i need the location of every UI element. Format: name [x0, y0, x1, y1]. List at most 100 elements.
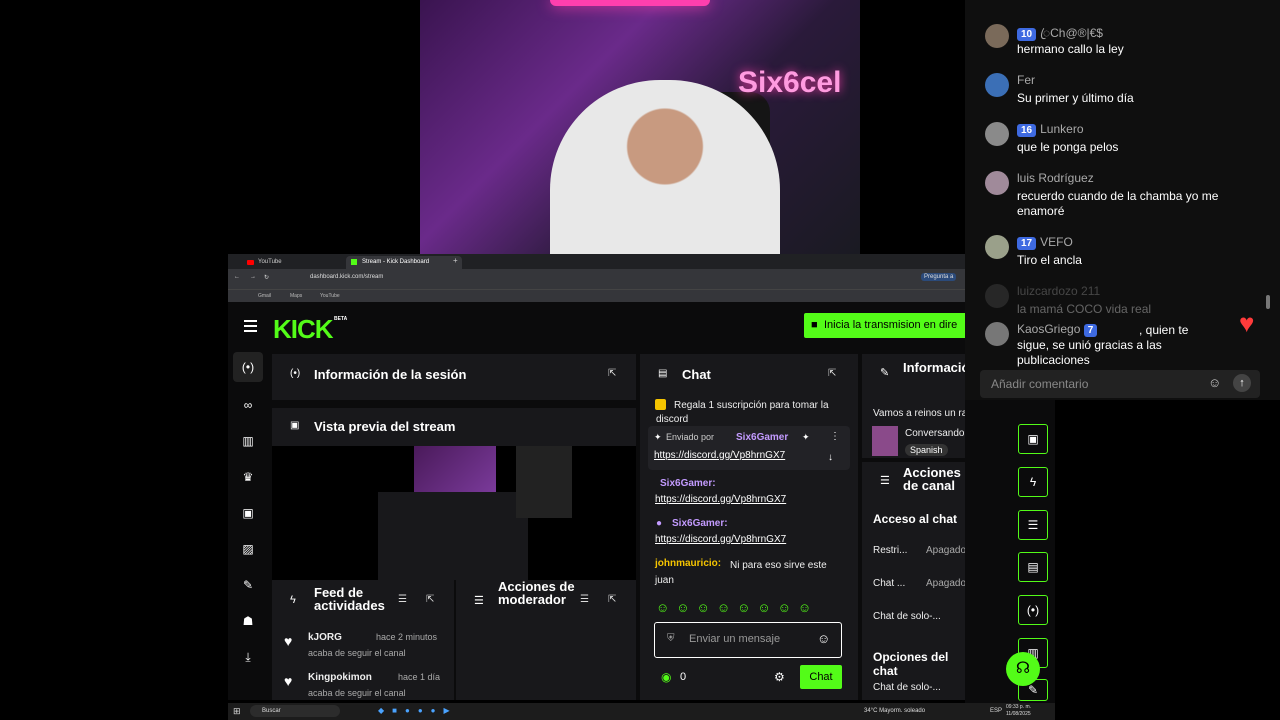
- avatar[interactable]: [985, 122, 1009, 146]
- session-info-title: Información de la sesión: [314, 367, 467, 382]
- beta-badge: BETA: [334, 316, 348, 322]
- session-icon: (•): [290, 368, 301, 379]
- back-icon[interactable]: ←: [234, 274, 240, 280]
- pinned-user[interactable]: Six6Gamer: [736, 432, 788, 443]
- member-badge: 10: [1017, 28, 1037, 41]
- wrench-icon[interactable]: ✎: [240, 577, 256, 593]
- collapse-icon[interactable]: ↓: [828, 452, 833, 463]
- chart-icon[interactable]: ▨: [240, 541, 256, 557]
- video-icon[interactable]: ▣: [240, 505, 256, 521]
- heart-reaction-icon[interactable]: ♥: [1239, 308, 1254, 339]
- popout-icon[interactable]: ⇱: [608, 594, 616, 605]
- reload-icon[interactable]: ↻: [264, 274, 269, 281]
- community-icon[interactable]: ☗: [240, 613, 256, 629]
- comment-input-box[interactable]: Añadir comentario ☺ ↑: [980, 370, 1260, 398]
- chat-input-box[interactable]: ⛨ Enviar un mensaje ☺: [654, 622, 842, 658]
- popout-icon[interactable]: ⇱: [828, 368, 836, 379]
- bolt-icon[interactable]: ϟ: [1018, 467, 1048, 497]
- send-chat-button[interactable]: Chat: [800, 665, 842, 689]
- scrollbar[interactable]: [1266, 295, 1270, 309]
- chat-text[interactable]: https://discord.gg/Vp8hrnGX7: [655, 494, 786, 505]
- chat-author[interactable]: luis Rodríguez: [1017, 171, 1094, 185]
- stream-icon[interactable]: (•): [1018, 595, 1048, 625]
- download-icon[interactable]: ⤓: [240, 649, 256, 665]
- taskbar-search[interactable]: Buscar: [250, 705, 340, 717]
- clock[interactable]: 09:33 p. m. 11/08/2025: [1006, 704, 1031, 718]
- comment-input[interactable]: Añadir comentario: [991, 377, 1088, 391]
- filter-icon[interactable]: ☰: [398, 594, 407, 605]
- points-icon[interactable]: ◉: [661, 670, 671, 684]
- language-tag: Spanish: [905, 444, 948, 456]
- preview-icon[interactable]: ▣: [1018, 424, 1048, 454]
- mod-actions-panel: ☰ Acciones de moderador ☰ ⇱: [456, 580, 636, 700]
- avatar[interactable]: [985, 322, 1009, 346]
- chat-user[interactable]: Six6Gamer:: [672, 518, 728, 529]
- kick-logo[interactable]: KICK: [273, 314, 334, 345]
- kick-header: KICK BETA ■ Inicia la transmision en dire: [228, 302, 965, 352]
- new-tab-icon[interactable]: +: [453, 256, 458, 265]
- more-icon[interactable]: ⋮: [830, 431, 840, 442]
- taskbar-apps[interactable]: ◆■●●●▶: [378, 706, 458, 715]
- avatar[interactable]: [985, 24, 1009, 48]
- emote-bar[interactable]: ☺☺☺☺☺☺☺☺: [656, 600, 818, 615]
- weather-widget[interactable]: 34°C Mayorm. soleado: [864, 708, 925, 714]
- feed-time: hace 1 día: [398, 672, 441, 682]
- emoji-icon[interactable]: ☺: [817, 631, 830, 646]
- popout-icon[interactable]: ⇱: [608, 368, 616, 379]
- avatar[interactable]: [985, 73, 1009, 97]
- neon-light: [550, 0, 710, 6]
- bookmark-youtube[interactable]: YouTube: [320, 293, 340, 299]
- chat-input[interactable]: Enviar un mensaje: [689, 633, 780, 645]
- chat-author[interactable]: VEFO: [1040, 235, 1073, 249]
- chat-author[interactable]: Lunkero: [1040, 122, 1083, 136]
- gift-banner[interactable]: Regala 1 suscripción para tomar la: [674, 400, 844, 411]
- support-headset-icon[interactable]: ☊: [1006, 652, 1040, 686]
- kick-k-icon: ■: [811, 319, 818, 331]
- windows-taskbar: ⊞ Buscar ◆■●●●▶ 34°C Mayorm. soleado ESP…: [228, 703, 1055, 720]
- tab-kick[interactable]: Stream - Kick Dashboard: [346, 256, 462, 269]
- feed-user[interactable]: Kingpokimon: [308, 672, 372, 683]
- avatar[interactable]: [985, 235, 1009, 259]
- chat-text[interactable]: https://discord.gg/Vp8hrnGX7: [655, 534, 786, 545]
- pinned-link[interactable]: https://discord.gg/Vp8hrnGX7: [654, 450, 785, 461]
- feed-text: acaba de seguir el canal: [308, 648, 406, 658]
- avatar[interactable]: [985, 171, 1009, 195]
- chat-author[interactable]: luizcardozo 211: [1017, 284, 1100, 298]
- activity-feed-title: Feed de actividades: [314, 585, 385, 613]
- chat-author[interactable]: ꦿCh@®|€$: [1040, 26, 1103, 40]
- gear-icon[interactable]: ⚙: [774, 670, 785, 684]
- menu-icon[interactable]: [244, 320, 257, 332]
- trophy-icon[interactable]: ♛: [240, 469, 256, 485]
- stream-preview-panel: ▣ Vista previa del stream: [272, 408, 636, 580]
- setting-value: Apagado: [926, 578, 965, 589]
- send-icon[interactable]: ↑: [1233, 374, 1251, 392]
- url-text[interactable]: dashboard.kick.com/stream: [310, 274, 383, 280]
- list-icon[interactable]: ☰: [1018, 510, 1048, 540]
- windows-start-icon[interactable]: ⊞: [233, 706, 241, 717]
- tab-youtube[interactable]: YouTube: [242, 256, 358, 269]
- feed-user[interactable]: kJORG: [308, 632, 342, 643]
- chat-author[interactable]: Fer: [1017, 73, 1035, 87]
- unpin-icon[interactable]: ✦: [802, 432, 810, 443]
- chat-text: Ni para eso sirve este juan: [655, 560, 827, 586]
- bookmark-maps[interactable]: Maps: [290, 293, 302, 299]
- chat-icon[interactable]: ▤: [1018, 552, 1048, 582]
- stream-icon[interactable]: (•): [233, 352, 263, 382]
- link-icon[interactable]: ∞: [240, 397, 256, 413]
- go-live-button[interactable]: ■ Inicia la transmision en dire: [804, 313, 965, 338]
- avatar[interactable]: [985, 284, 1009, 308]
- popout-icon[interactable]: ⇱: [426, 594, 434, 605]
- bookmark-gmail[interactable]: Gmail: [258, 293, 271, 299]
- analytics-icon[interactable]: ▥: [240, 433, 256, 449]
- points-count: 0: [680, 671, 687, 683]
- forward-icon[interactable]: →: [250, 274, 256, 280]
- chat-user[interactable]: Six6Gamer:: [660, 478, 716, 489]
- session-info-panel: (•) Información de la sesión ⇱: [272, 354, 636, 400]
- emoji-icon[interactable]: ☺: [1208, 375, 1221, 390]
- preview-video[interactable]: [272, 446, 636, 580]
- solo-chat-label: Chat de solo-...: [873, 611, 941, 622]
- ask-button[interactable]: Pregunta a: [921, 273, 957, 281]
- language-indicator[interactable]: ESP: [990, 708, 1002, 714]
- filter-icon[interactable]: ☰: [580, 594, 589, 605]
- feed-time: hace 2 minutos: [376, 632, 438, 642]
